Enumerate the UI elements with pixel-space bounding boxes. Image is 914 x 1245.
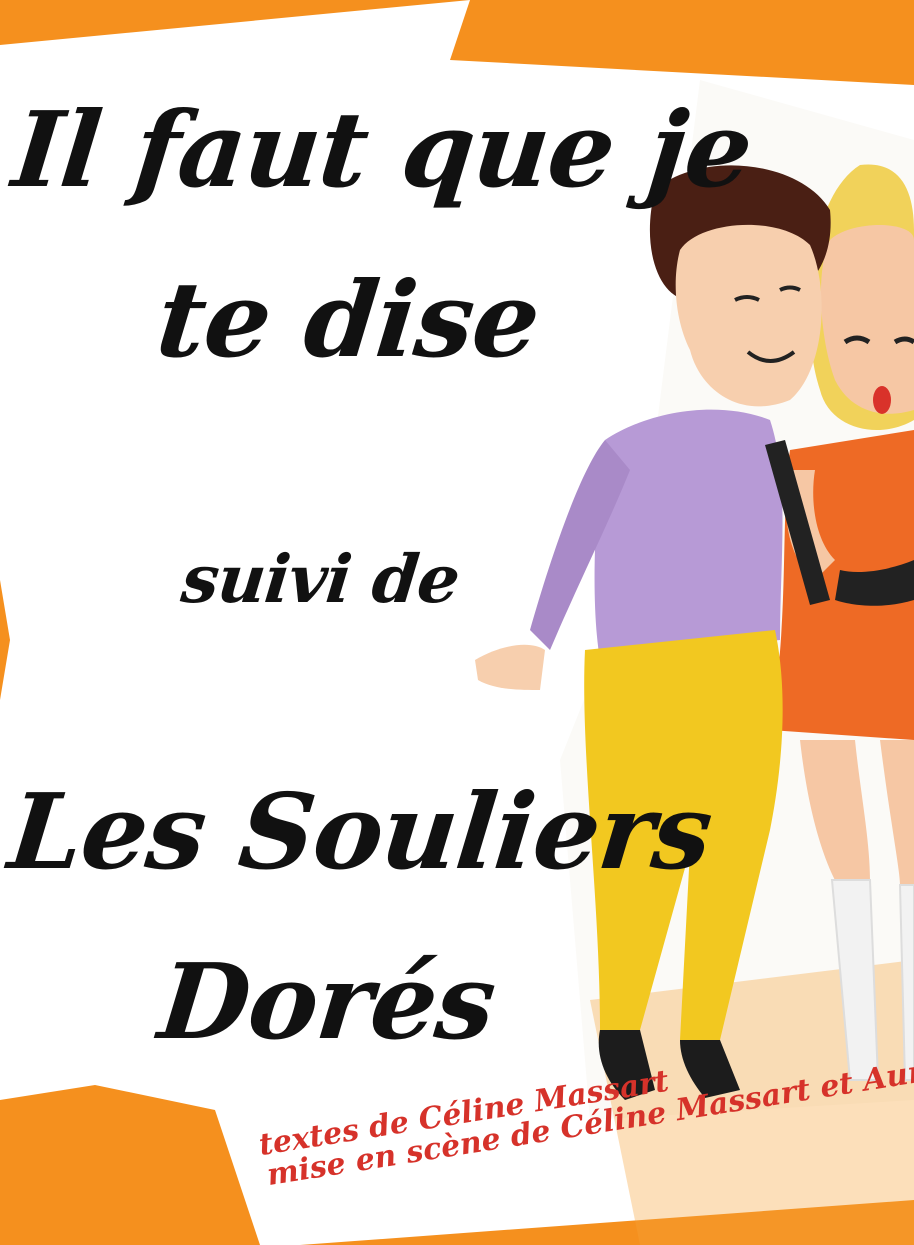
subtitle-line-1: Les Souliers: [3, 770, 718, 893]
title-line-1: Il faut que je: [7, 88, 758, 211]
connector-text: suivi de: [177, 540, 463, 618]
title-line-2: te dise: [151, 258, 545, 381]
subtitle-line-2: Dorés: [153, 940, 501, 1063]
poster: Il faut que je te dise suivi de Les Soul…: [0, 0, 914, 1245]
